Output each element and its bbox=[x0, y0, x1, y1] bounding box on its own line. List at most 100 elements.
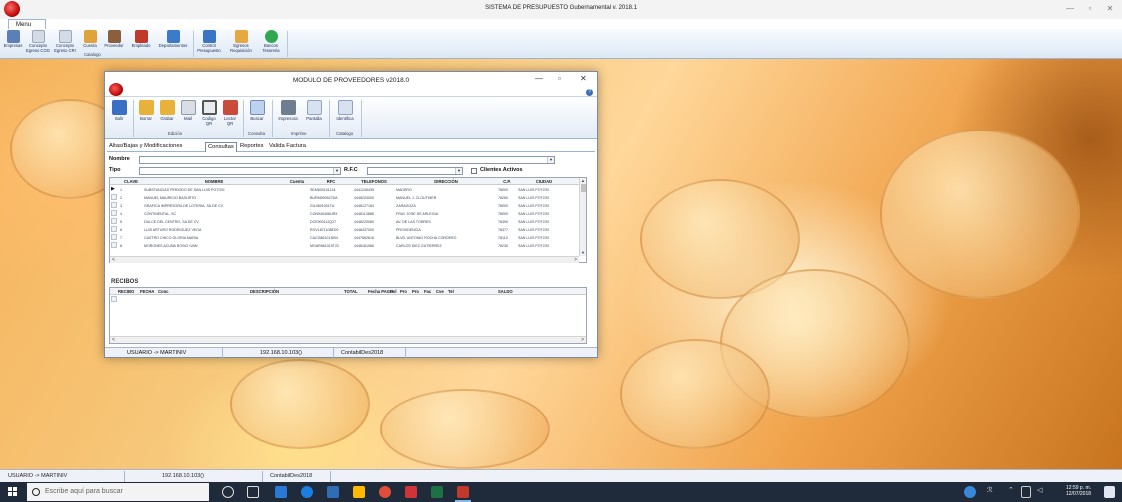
exit-button[interactable]: Salir bbox=[108, 100, 130, 127]
column-header[interactable]: CIUDAD bbox=[518, 179, 570, 184]
horizontal-scrollbar[interactable]: < > bbox=[110, 336, 586, 343]
table-row[interactable]: 4 CONTINENTAL, SC CON940408UR3 4448113888 FR… bbox=[110, 210, 586, 217]
tab-valida-factura[interactable]: Valida Factura bbox=[267, 142, 308, 152]
column-header[interactable]: Cuenta bbox=[286, 179, 308, 184]
column-header[interactable]: Conc bbox=[158, 289, 168, 294]
row-selector[interactable] bbox=[111, 210, 117, 216]
vertical-scrollbar[interactable]: ▲ ▼ bbox=[579, 178, 586, 256]
close-icon[interactable]: ✕ bbox=[580, 74, 587, 83]
volume-icon[interactable]: ◁ bbox=[1037, 486, 1047, 498]
notifications-icon[interactable] bbox=[1104, 486, 1115, 498]
scroll-up-icon[interactable]: ▲ bbox=[580, 178, 586, 183]
scroll-right-icon[interactable]: > bbox=[581, 337, 584, 343]
column-header[interactable]: RFC bbox=[310, 179, 352, 184]
column-header[interactable]: DESCRIPCIÓN bbox=[250, 289, 279, 294]
save-button[interactable]: Grabar bbox=[157, 100, 177, 127]
screen-button[interactable]: Pantalla bbox=[303, 100, 325, 127]
outlook-icon[interactable] bbox=[275, 486, 287, 498]
excel-icon[interactable] bbox=[431, 486, 443, 498]
minimize-icon[interactable]: — bbox=[1063, 3, 1077, 15]
clientes-activos-checkbox[interactable] bbox=[471, 168, 477, 174]
expenses-button[interactable]: Egresos Requisición bbox=[226, 30, 256, 58]
column-header[interactable]: Pro bbox=[412, 289, 419, 294]
row-selector[interactable] bbox=[111, 242, 117, 248]
nombre-input[interactable]: ▼ bbox=[139, 156, 555, 164]
mail-button[interactable]: Mail bbox=[178, 100, 198, 127]
horizontal-scrollbar[interactable]: < > bbox=[110, 256, 579, 263]
concept-cri-button[interactable]: Concepto Egreso CRI bbox=[52, 30, 78, 58]
close-icon[interactable]: ✕ bbox=[1103, 3, 1117, 15]
suppliers-window-title-bar[interactable]: MODULO DE PROVEEDORES v2018.0 — ▫ ✕ bbox=[105, 72, 597, 88]
minimize-icon[interactable]: — bbox=[535, 74, 543, 83]
qr-code-button[interactable]: Codigo QR bbox=[199, 100, 219, 127]
people-icon[interactable] bbox=[964, 486, 976, 498]
chevron-up-icon[interactable]: ⌃ bbox=[1008, 486, 1016, 498]
clock[interactable]: 12:59 p. m. 12/07/2018 bbox=[1066, 485, 1091, 497]
column-header[interactable]: Pro bbox=[400, 289, 407, 294]
column-header[interactable]: RECIBO bbox=[118, 289, 134, 294]
network-icon[interactable] bbox=[1021, 486, 1031, 498]
employee-button[interactable]: Empleado bbox=[128, 30, 154, 58]
row-selector[interactable] bbox=[111, 226, 117, 232]
app-icon[interactable] bbox=[405, 486, 417, 498]
column-header[interactable]: Fac bbox=[424, 289, 431, 294]
table-row[interactable]: 2 MANUEL MAURICIO BASURTO BURM590527DA 4448… bbox=[110, 194, 586, 201]
scroll-down-icon[interactable]: ▼ bbox=[580, 250, 586, 255]
column-header[interactable]: DIRECCIÓN bbox=[396, 179, 496, 184]
presupuesto-app-icon[interactable] bbox=[457, 486, 469, 498]
printer-button[interactable]: Impresora bbox=[275, 100, 301, 127]
row-selector[interactable] bbox=[111, 202, 117, 208]
table-row[interactable]: 6 LUIS ARTURO RODRIGUEZ VEGA ROVL871108ED0… bbox=[110, 226, 586, 233]
taskbar-search-input[interactable]: Escribe aquí para buscar bbox=[27, 483, 209, 501]
tab-reportes[interactable]: Reportes bbox=[238, 142, 266, 152]
concept-cog-button[interactable]: Concepto Egreso COG bbox=[25, 30, 51, 58]
windows-start-icon[interactable] bbox=[8, 487, 18, 497]
row-selector[interactable] bbox=[111, 296, 117, 302]
row-selector[interactable] bbox=[111, 194, 117, 200]
chevron-down-icon[interactable]: ▼ bbox=[547, 157, 554, 163]
column-header[interactable]: Cve bbox=[436, 289, 444, 294]
identify-button[interactable]: Identifica bbox=[332, 100, 358, 127]
budget-control-button[interactable]: Control Presupuesto bbox=[195, 30, 223, 58]
chevron-down-icon[interactable]: ▼ bbox=[333, 168, 340, 174]
tipo-select[interactable]: ▼ bbox=[139, 167, 341, 175]
delete-button[interactable]: Borrar bbox=[136, 100, 156, 127]
table-row[interactable]: ▶ 1 SUBSTANCIAS PERIODO DE SAN LUIS POTOSI… bbox=[110, 186, 586, 193]
maximize-icon[interactable]: ▫ bbox=[558, 74, 561, 83]
chrome-icon[interactable] bbox=[379, 486, 391, 498]
rfc-select[interactable]: ▼ bbox=[367, 167, 463, 175]
scroll-left-icon[interactable]: < bbox=[112, 337, 115, 343]
row-selector[interactable] bbox=[111, 234, 117, 240]
column-header[interactable]: Tel bbox=[448, 289, 454, 294]
column-header[interactable]: CLAVE bbox=[120, 179, 142, 184]
microphone-icon[interactable] bbox=[222, 486, 234, 498]
task-view-icon[interactable] bbox=[247, 486, 259, 498]
help-icon[interactable]: ? bbox=[586, 89, 593, 96]
table-row[interactable]: 5 DULCE DEL CENTRO, SA DE CV DCE900112Q27 4… bbox=[110, 218, 586, 225]
table-row[interactable]: 3 GRAFICA IMPRESORA DE LOTERIA, SA DE CV G… bbox=[110, 202, 586, 209]
banks-button[interactable]: Bancos Tesoreria bbox=[258, 30, 284, 58]
scroll-left-icon[interactable]: < bbox=[112, 257, 115, 263]
column-header[interactable]: TELEFONOS bbox=[354, 179, 394, 184]
column-header[interactable]: TOTAL bbox=[344, 289, 358, 294]
edge-icon[interactable] bbox=[301, 486, 313, 498]
scroll-thumb[interactable] bbox=[580, 184, 586, 192]
tab-consultas[interactable]: Consultas bbox=[205, 142, 237, 152]
column-header[interactable]: FECHA bbox=[140, 289, 154, 294]
companies-button[interactable]: Empresas bbox=[2, 30, 24, 58]
column-header[interactable]: C.P. bbox=[498, 179, 516, 184]
app-icon[interactable] bbox=[327, 486, 339, 498]
table-row[interactable]: 7 CASTRO CHICO GLORIA MARIA CACG861013IB4 4… bbox=[110, 234, 586, 241]
column-header[interactable]: NOMBRE bbox=[144, 179, 284, 184]
maximize-icon[interactable]: ▫ bbox=[1083, 3, 1097, 15]
chevron-down-icon[interactable]: ▼ bbox=[455, 168, 462, 174]
departments-button[interactable]: Departamentos bbox=[155, 30, 191, 58]
qr-reader-button[interactable]: Lector QR bbox=[220, 100, 240, 127]
people-tray-icon[interactable]: ℛ bbox=[987, 486, 997, 498]
file-explorer-icon[interactable] bbox=[353, 486, 365, 498]
row-selector[interactable] bbox=[111, 218, 117, 224]
supplier-button[interactable]: Proveedor bbox=[101, 30, 127, 58]
scroll-right-icon[interactable]: > bbox=[574, 257, 577, 263]
search-button[interactable]: Buscar bbox=[246, 100, 268, 127]
tab-altas-bajas[interactable]: Altas/Bajas y Modificaciones bbox=[107, 142, 184, 152]
